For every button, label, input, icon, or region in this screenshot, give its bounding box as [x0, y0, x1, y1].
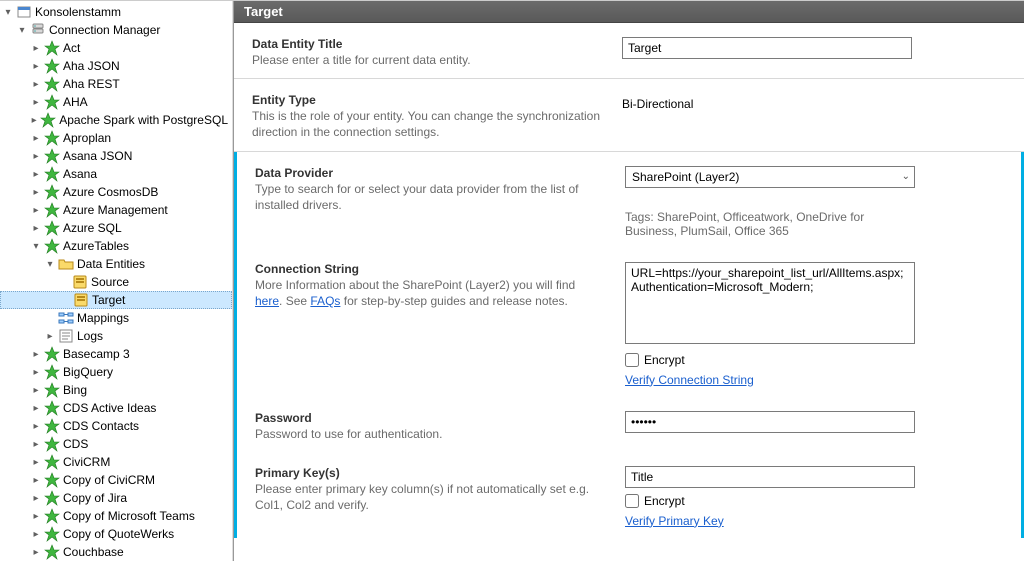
field-label: Password	[255, 411, 605, 425]
tree-sidebar[interactable]: ▾ Konsolenstamm ▾ Connection Manager ▸Ac…	[0, 1, 233, 561]
tree-item[interactable]: ▸Asana	[0, 165, 232, 183]
tree-item[interactable]: ▸Asana JSON	[0, 147, 232, 165]
chevron-right-icon[interactable]: ▸	[30, 186, 42, 198]
tree-item[interactable]: ▸CDS Active Ideas	[0, 399, 232, 417]
chevron-down-icon: ⌄	[902, 171, 910, 182]
tree-item-azuretables[interactable]: ▾AzureTables	[0, 237, 232, 255]
chevron-right-icon[interactable]: ▸	[30, 348, 42, 360]
tree-item[interactable]: ▸CiviCRM	[0, 453, 232, 471]
tree-data-entities[interactable]: ▾Data Entities	[0, 255, 232, 273]
entity-title-input[interactable]	[622, 37, 912, 59]
star-icon	[44, 544, 60, 560]
panel-title: Target	[234, 1, 1024, 23]
panel-content: Data Entity Title Please enter a title f…	[234, 23, 1024, 561]
encrypt-checkbox[interactable]	[625, 353, 639, 367]
tree-item[interactable]: ▸Copy of Microsoft Teams	[0, 507, 232, 525]
chevron-right-icon[interactable]: ▸	[30, 492, 42, 504]
field-label: Entity Type	[252, 93, 602, 107]
main-panel: Target Data Entity Title Please enter a …	[233, 1, 1024, 561]
field-desc: Please enter a title for current data en…	[252, 52, 602, 68]
chevron-right-icon[interactable]: ▸	[30, 510, 42, 522]
here-link[interactable]: here	[255, 294, 279, 308]
field-desc: This is the role of your entity. You can…	[252, 108, 602, 140]
section-primary-keys: Primary Key(s) Please enter primary key …	[234, 452, 1024, 538]
field-desc: Please enter primary key column(s) if no…	[255, 481, 605, 513]
tree-item[interactable]: ▸Basecamp 3	[0, 345, 232, 363]
tree-target[interactable]: ▸Target	[0, 291, 232, 309]
data-provider-tags: Tags: SharePoint, Officeatwork, OneDrive…	[625, 210, 915, 238]
chevron-right-icon[interactable]: ▸	[30, 402, 42, 414]
chevron-right-icon[interactable]: ▸	[30, 366, 42, 378]
tree-item[interactable]: ▸Azure CosmosDB	[0, 183, 232, 201]
encrypt-pk-checkbox[interactable]	[625, 494, 639, 508]
chevron-right-icon[interactable]: ▸	[30, 168, 42, 180]
tree-source[interactable]: ▸Source	[0, 273, 232, 291]
section-entity-title: Data Entity Title Please enter a title f…	[234, 23, 1024, 79]
password-input[interactable]	[625, 411, 915, 433]
faqs-link[interactable]: FAQs	[310, 294, 340, 308]
tree-item[interactable]: ▸Azure Management	[0, 201, 232, 219]
chevron-right-icon[interactable]: ▸	[30, 384, 42, 396]
field-desc: More Information about the SharePoint (L…	[255, 277, 605, 309]
logs-icon	[58, 328, 74, 344]
chevron-right-icon[interactable]: ▸	[30, 204, 42, 216]
chevron-right-icon[interactable]: ▸	[30, 474, 42, 486]
tree-item[interactable]: ▸Azure SQL	[0, 219, 232, 237]
entity-type-value: Bi-Directional	[622, 93, 1006, 111]
section-connection-string: Connection String More Information about…	[234, 248, 1024, 397]
connection-string-textarea[interactable]: URL=https://your_sharepoint_list_url/All…	[625, 262, 915, 344]
tree-item[interactable]: ▸Copy of CiviCRM	[0, 471, 232, 489]
chevron-right-icon[interactable]: ▸	[30, 420, 42, 432]
chevron-right-icon[interactable]: ▸	[30, 546, 42, 558]
tree-item[interactable]: ▸Aproplan	[0, 129, 232, 147]
tree-connection-manager[interactable]: ▾ Connection Manager	[0, 21, 232, 39]
chevron-down-icon[interactable]: ▾	[44, 258, 56, 270]
tree-mappings[interactable]: ▸Mappings	[0, 309, 232, 327]
tree-item[interactable]: ▸Couchbase	[0, 543, 232, 561]
chevron-down-icon[interactable]: ▾	[2, 6, 14, 18]
chevron-right-icon[interactable]: ▸	[30, 114, 38, 126]
field-label: Data Provider	[255, 166, 605, 180]
tree-label: Connection Manager	[49, 23, 160, 37]
field-label: Connection String	[255, 262, 605, 276]
tree-item[interactable]: ▸Copy of Jira	[0, 489, 232, 507]
field-label: Data Entity Title	[252, 37, 602, 51]
verify-connection-link[interactable]: Verify Connection String	[625, 373, 754, 387]
chevron-right-icon[interactable]: ▸	[30, 150, 42, 162]
data-provider-combobox[interactable]: SharePoint (Layer2) ⌄	[625, 166, 915, 188]
data-entity-icon	[73, 292, 89, 308]
section-password: Password Password to use for authenticat…	[234, 397, 1024, 452]
section-entity-type: Entity Type This is the role of your ent…	[234, 79, 1024, 151]
primary-keys-input[interactable]	[625, 466, 915, 488]
field-desc: Password to use for authentication.	[255, 426, 605, 442]
tree-logs[interactable]: ▸Logs	[0, 327, 232, 345]
combobox-value: SharePoint (Layer2)	[632, 170, 739, 184]
tree-item[interactable]: ▸CDS	[0, 435, 232, 453]
tree-item[interactable]: ▸AHA	[0, 93, 232, 111]
chevron-down-icon[interactable]: ▾	[30, 240, 42, 252]
chevron-right-icon[interactable]: ▸	[30, 456, 42, 468]
tree-item[interactable]: ▸Apache Spark with PostgreSQL	[0, 111, 232, 129]
field-desc: Type to search for or select your data p…	[255, 181, 605, 213]
tree-item[interactable]: ▸CDS Contacts	[0, 417, 232, 435]
verify-primary-key-link[interactable]: Verify Primary Key	[625, 514, 724, 528]
field-label: Primary Key(s)	[255, 466, 605, 480]
section-data-provider: Data Provider Type to search for or sele…	[234, 152, 1024, 248]
tree-item[interactable]: ▸BigQuery	[0, 363, 232, 381]
chevron-right-icon[interactable]: ▸	[30, 528, 42, 540]
tree-item[interactable]: ▸Bing	[0, 381, 232, 399]
chevron-right-icon[interactable]: ▸	[30, 438, 42, 450]
encrypt-label: Encrypt	[644, 494, 685, 508]
chevron-right-icon[interactable]: ▸	[30, 132, 42, 144]
chevron-right-icon[interactable]: ▸	[30, 222, 42, 234]
chevron-down-icon[interactable]: ▾	[16, 24, 28, 36]
tree-item[interactable]: ▸Copy of QuoteWerks	[0, 525, 232, 543]
encrypt-label: Encrypt	[644, 353, 685, 367]
